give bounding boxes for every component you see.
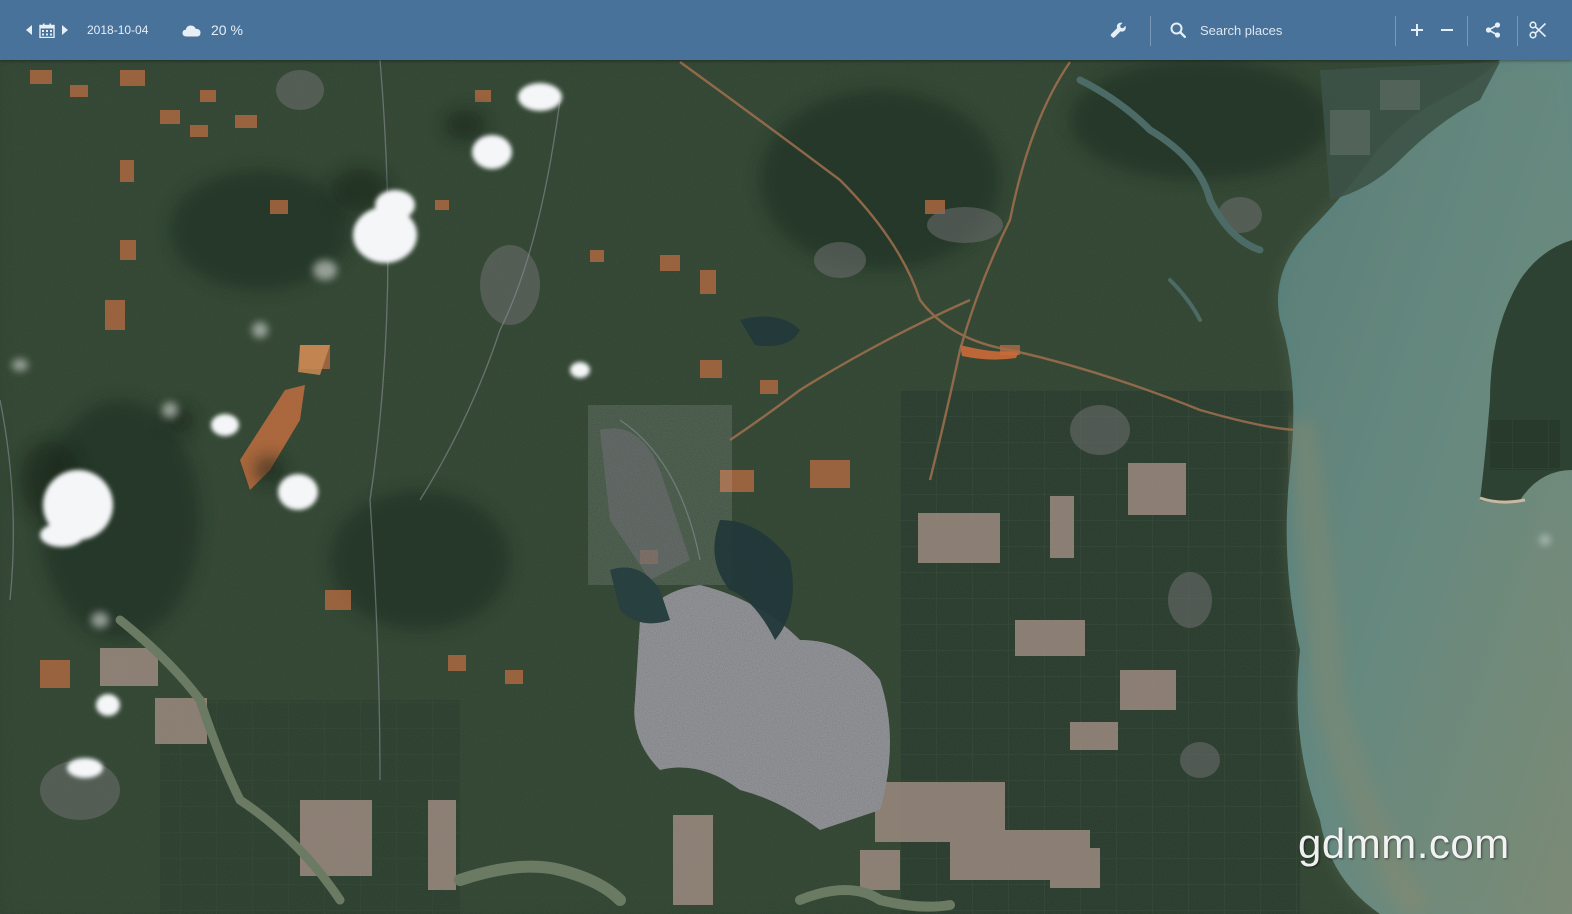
selected-date[interactable]: 2018-10-04	[87, 23, 148, 37]
share-button[interactable]	[1478, 0, 1508, 60]
cloud-icon	[182, 24, 201, 37]
scissors-icon	[1529, 21, 1547, 39]
toolbar-divider	[1517, 16, 1518, 46]
share-icon	[1485, 22, 1501, 38]
toolbar-divider	[1150, 16, 1151, 46]
zoom-out-button[interactable]	[1432, 0, 1462, 60]
toolbar-divider	[1395, 16, 1396, 46]
top-toolbar: 2018-10-04 20 %	[0, 0, 1572, 60]
wrench-icon[interactable]	[1110, 0, 1127, 60]
toolbar-divider	[1467, 16, 1468, 46]
calendar-icon[interactable]	[39, 23, 55, 38]
date-navigator: 2018-10-04	[26, 0, 148, 60]
cloud-coverage-filter[interactable]: 20 %	[182, 0, 243, 60]
search-input[interactable]	[1198, 21, 1390, 39]
caret-left-icon[interactable]	[26, 25, 32, 35]
zoom-in-button[interactable]	[1402, 0, 1432, 60]
plus-icon	[1411, 24, 1423, 36]
search-icon	[1170, 22, 1186, 38]
collapse-toolbar-button[interactable]	[1523, 0, 1553, 60]
caret-right-icon[interactable]	[62, 25, 68, 35]
cloud-coverage-value: 20 %	[211, 22, 243, 38]
satellite-imagery	[0, 59, 1572, 914]
minus-icon	[1441, 29, 1453, 31]
search-box[interactable]	[1170, 0, 1390, 60]
watermark-text: gdmm.com	[1298, 820, 1510, 867]
satellite-map[interactable]	[0, 0, 1572, 914]
